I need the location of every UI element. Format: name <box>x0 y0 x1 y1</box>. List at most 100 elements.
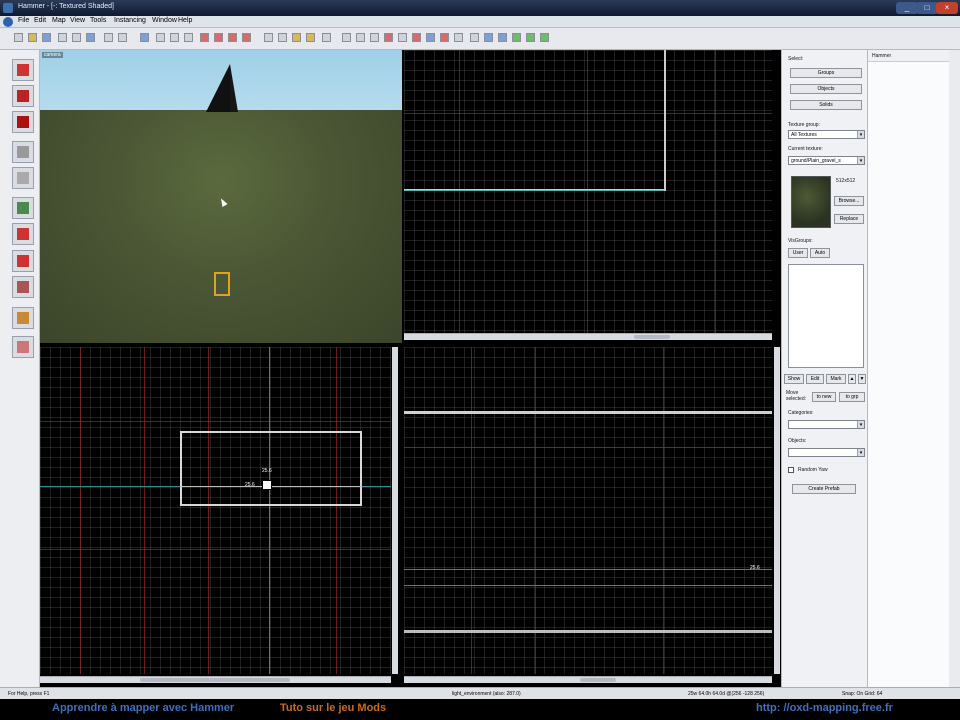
grid-larger-icon[interactable] <box>184 33 193 42</box>
magnify-icon <box>17 90 29 102</box>
close-button[interactable]: × <box>936 2 958 14</box>
radius-culling-icon[interactable] <box>484 33 493 42</box>
texture-scale-lock-icon[interactable] <box>306 33 315 42</box>
vertex-icon[interactable] <box>384 33 393 42</box>
compile-icon[interactable] <box>140 33 149 42</box>
menu-file[interactable]: File <box>18 17 29 24</box>
menu-help[interactable]: Help <box>178 17 192 24</box>
visgroups-list[interactable] <box>788 264 864 368</box>
texture-group-select[interactable]: All Textures ▾ <box>788 130 865 139</box>
menu-window[interactable]: Window <box>152 17 177 24</box>
texture-icon <box>17 202 29 214</box>
vis-mark-button[interactable]: Mark <box>826 374 846 384</box>
move-down-button[interactable]: ▼ <box>858 374 866 384</box>
camera-icon[interactable] <box>356 33 365 42</box>
cut-icon[interactable] <box>58 33 67 42</box>
browse-button[interactable]: Browse... <box>834 196 864 206</box>
auto-select-icon[interactable] <box>498 33 507 42</box>
categories-select[interactable]: ▾ <box>788 420 865 429</box>
overlay-icon[interactable] <box>426 33 435 42</box>
replace-button[interactable]: Replace <box>834 214 864 224</box>
current-texture-label: Current texture: <box>788 146 823 152</box>
align-icon[interactable] <box>322 33 331 42</box>
tool-camera[interactable] <box>12 111 34 133</box>
maximize-button[interactable]: □ <box>916 2 938 14</box>
menu-tools[interactable]: Tools <box>90 17 106 24</box>
unhide-icon[interactable] <box>278 33 287 42</box>
grid-smaller-icon[interactable] <box>170 33 179 42</box>
scroll-thumb[interactable] <box>140 678 290 682</box>
objects-select[interactable]: ▾ <box>788 448 865 457</box>
copy-icon[interactable] <box>72 33 81 42</box>
decal-icon[interactable] <box>412 33 421 42</box>
select-solids-button[interactable]: Solids <box>790 100 862 110</box>
front-viewport[interactable]: 25.6 25.6 <box>40 347 391 674</box>
selection-box-icon[interactable] <box>342 33 351 42</box>
save-icon[interactable] <box>42 33 51 42</box>
tool-decal[interactable] <box>12 250 34 272</box>
tool-texture[interactable] <box>12 197 34 219</box>
camera-viewport[interactable]: camera <box>40 50 402 343</box>
menu-instancing[interactable]: Instancing <box>114 17 146 24</box>
tool-entity[interactable] <box>12 141 34 163</box>
tool-block[interactable] <box>12 167 34 189</box>
side-viewport-scrollbar[interactable] <box>404 676 772 683</box>
side-viewport[interactable]: 25.6 <box>404 347 772 674</box>
hide-icon[interactable] <box>264 33 273 42</box>
toolbar-shield-icon[interactable] <box>540 33 549 42</box>
hollow-icon[interactable] <box>214 33 223 42</box>
scroll-thumb[interactable] <box>580 678 616 682</box>
carve-icon[interactable] <box>200 33 209 42</box>
ungroup-icon[interactable] <box>242 33 251 42</box>
move-to-group-button[interactable]: to grp <box>839 392 865 402</box>
brush-center-handle[interactable] <box>262 480 272 490</box>
open-file-icon[interactable] <box>28 33 37 42</box>
tool-selection[interactable] <box>12 59 34 81</box>
objects-label: Objects: <box>788 438 807 444</box>
menu-view[interactable]: View <box>70 17 85 24</box>
group-icon[interactable] <box>228 33 237 42</box>
front-viewport-scrollbar[interactable] <box>40 676 391 683</box>
vis-show-button[interactable]: Show <box>784 374 804 384</box>
scroll-thumb[interactable] <box>634 335 670 339</box>
redo-icon[interactable] <box>118 33 127 42</box>
toolbar-3d-icon[interactable] <box>512 33 521 42</box>
selected-entity-box[interactable] <box>214 272 230 296</box>
tool-clip[interactable] <box>12 276 34 298</box>
move-to-new-button[interactable]: to new <box>812 392 836 402</box>
run-map-icon[interactable] <box>470 33 479 42</box>
tool-apply-texture[interactable] <box>12 223 34 245</box>
entity-icon <box>17 146 29 158</box>
create-prefab-button[interactable]: Create Prefab <box>792 484 856 494</box>
front-viewport-vscrollbar[interactable] <box>392 347 398 674</box>
menu-map[interactable]: Map <box>52 17 66 24</box>
menu-edit[interactable]: Edit <box>34 17 46 24</box>
new-file-icon[interactable] <box>14 33 23 42</box>
vis-edit-button[interactable]: Edit <box>806 374 824 384</box>
clip-icon[interactable] <box>370 33 379 42</box>
select-objects-button[interactable]: Objects <box>790 84 862 94</box>
current-texture-select[interactable]: ground/Plain_gravel_s ▾ <box>788 156 865 165</box>
grid-toggle-icon[interactable] <box>156 33 165 42</box>
path-icon[interactable] <box>398 33 407 42</box>
undo-icon[interactable] <box>104 33 113 42</box>
random-yaw-checkbox[interactable] <box>788 467 794 473</box>
texture-lock-icon[interactable] <box>292 33 301 42</box>
tool-path[interactable] <box>12 336 34 358</box>
tool-magnify[interactable] <box>12 85 34 107</box>
entity-report-icon[interactable] <box>440 33 449 42</box>
top-viewport[interactable] <box>404 50 772 333</box>
grid-major-line <box>587 50 588 333</box>
tab-user[interactable]: User <box>788 248 808 258</box>
tool-vertex[interactable] <box>12 307 34 329</box>
top-viewport-scrollbar[interactable] <box>404 333 772 340</box>
move-up-button[interactable]: ▲ <box>848 374 856 384</box>
select-groups-button[interactable]: Groups <box>790 68 862 78</box>
dark-pyramid <box>206 64 230 112</box>
side-viewport-vscrollbar[interactable] <box>774 347 780 674</box>
toolbar-ball-icon[interactable] <box>526 33 535 42</box>
check-problems-icon[interactable] <box>454 33 463 42</box>
minimize-button[interactable]: _ <box>896 2 918 14</box>
paste-icon[interactable] <box>86 33 95 42</box>
tab-auto[interactable]: Auto <box>810 248 830 258</box>
